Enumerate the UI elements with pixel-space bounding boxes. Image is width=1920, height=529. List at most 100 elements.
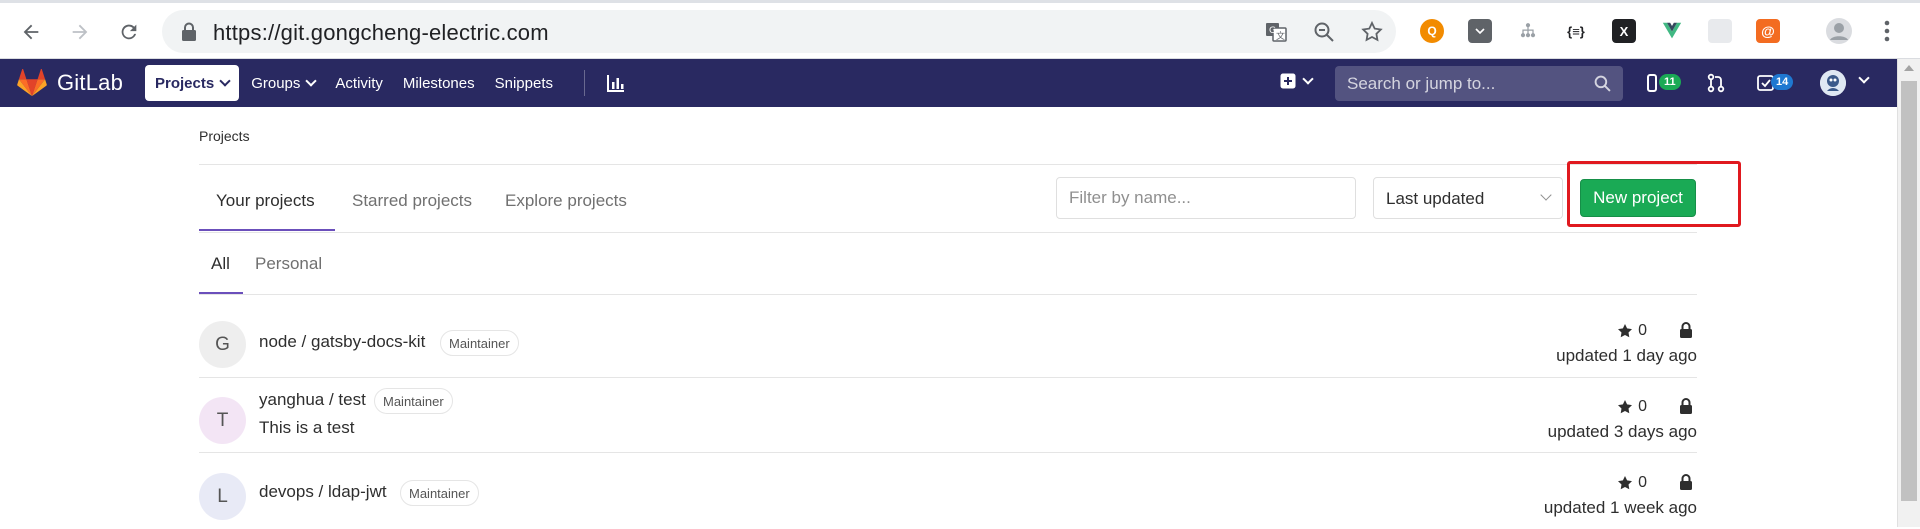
role-badge: Maintainer xyxy=(374,388,453,414)
tab-explore-projects[interactable]: Explore projects xyxy=(505,191,627,211)
secure-lock-icon xyxy=(182,22,196,41)
url-text: https://git.gongcheng-electric.com xyxy=(213,20,549,45)
search-placeholder: Search or jump to... xyxy=(1347,74,1496,93)
chevron-down-icon xyxy=(219,74,231,87)
reload-button[interactable] xyxy=(112,15,146,49)
star-icon xyxy=(1618,476,1633,490)
nav-groups[interactable]: Groups xyxy=(241,65,325,101)
gitlab-main-menu: Projects Groups Activity Milestones Snip… xyxy=(145,65,563,101)
back-arrow-icon xyxy=(23,24,39,40)
extension-x-icon[interactable]: X xyxy=(1612,19,1636,43)
updated-time: updated 1 week ago xyxy=(1543,498,1697,517)
nav-snippets[interactable]: Snippets xyxy=(485,65,563,101)
chevron-down-icon xyxy=(1302,72,1314,85)
gitlab-tanuki-icon xyxy=(17,69,47,97)
annotation-highlight-box xyxy=(1567,161,1741,227)
filter-by-name-field[interactable] xyxy=(1056,177,1356,219)
todos-count-badge[interactable]: 14 xyxy=(1771,74,1794,90)
chevron-down-icon xyxy=(1540,189,1552,201)
user-avatar[interactable] xyxy=(1820,70,1846,96)
new-item-dropdown[interactable] xyxy=(1280,72,1314,89)
nav-snippets-label: Snippets xyxy=(494,74,553,92)
nav-divider xyxy=(584,70,585,96)
nav-activity-label: Activity xyxy=(335,74,383,92)
star-count-value: 0 xyxy=(1638,322,1647,339)
extension-blank-icon[interactable] xyxy=(1708,19,1732,43)
gitlab-search-input[interactable]: Search or jump to... xyxy=(1335,66,1623,101)
nav-projects[interactable]: Projects xyxy=(145,65,240,101)
private-lock-icon xyxy=(1680,322,1692,338)
star-count[interactable]: 0 xyxy=(1617,322,1647,340)
tab-your-projects[interactable]: Your projects xyxy=(216,191,315,211)
analytics-chart-icon[interactable] xyxy=(606,73,626,93)
extension-pocket-icon[interactable] xyxy=(1468,19,1492,43)
project-row[interactable]: G node / gatsby-docs-kit Maintainer 0 up… xyxy=(199,302,1697,377)
merge-requests-icon[interactable] xyxy=(1706,73,1726,93)
star-icon xyxy=(1618,400,1633,414)
more-vert-icon xyxy=(1884,20,1890,42)
star-count-value: 0 xyxy=(1638,474,1647,491)
nav-milestones-label: Milestones xyxy=(402,74,475,92)
profile-avatar-icon xyxy=(1826,18,1852,44)
updated-time: updated 1 day ago xyxy=(1556,346,1697,365)
page-scrollbar[interactable] xyxy=(1897,59,1920,527)
profile-button[interactable] xyxy=(1822,14,1856,48)
translate-icon[interactable]: G文 xyxy=(1264,20,1288,44)
zoom-out-icon[interactable] xyxy=(1312,20,1336,44)
sort-value: Last updated xyxy=(1386,189,1485,208)
chevron-down-icon xyxy=(305,74,318,87)
subtab-all[interactable]: All xyxy=(211,254,230,274)
gitlab-home-link[interactable]: GitLab xyxy=(17,68,123,98)
browser-menu-button[interactable] xyxy=(1870,14,1904,48)
project-row[interactable]: T yanghua / test Maintainer This is a te… xyxy=(199,378,1697,453)
gitlab-navbar: GitLab Projects Groups Activity Mileston… xyxy=(0,59,1920,107)
private-lock-icon xyxy=(1680,398,1692,414)
project-name-link[interactable]: devops / ldap-jwt xyxy=(259,482,387,502)
address-bar[interactable]: https://git.gongcheng-electric.com G文 xyxy=(162,10,1396,53)
active-tab-indicator xyxy=(199,229,335,231)
extension-tree-icon[interactable] xyxy=(1516,19,1540,43)
plus-square-icon xyxy=(1280,73,1296,89)
star-icon xyxy=(1618,324,1633,338)
scroll-up-arrow-icon[interactable] xyxy=(1904,65,1914,71)
project-avatar[interactable]: L xyxy=(199,473,246,520)
breadcrumb-divider xyxy=(199,164,1697,165)
project-description: This is a test xyxy=(259,418,355,437)
tabs-divider xyxy=(199,232,1697,233)
extension-q-icon[interactable]: Q xyxy=(1420,19,1444,43)
user-avatar-icon xyxy=(1820,70,1846,96)
breadcrumb[interactable]: Projects xyxy=(199,128,250,144)
scrollbar-thumb[interactable] xyxy=(1901,81,1917,501)
star-count[interactable]: 0 xyxy=(1617,398,1647,416)
nav-milestones[interactable]: Milestones xyxy=(393,65,485,101)
row-divider xyxy=(199,452,1697,453)
browser-top-strip xyxy=(0,0,1920,3)
updated-time: updated 3 days ago xyxy=(1547,422,1697,441)
star-count-value: 0 xyxy=(1638,398,1647,415)
project-name-link[interactable]: yanghua / test xyxy=(259,390,366,410)
private-lock-icon xyxy=(1680,474,1692,490)
gitlab-brand-text: GitLab xyxy=(57,70,124,95)
bookmark-star-icon[interactable] xyxy=(1360,20,1384,44)
project-name-link[interactable]: node / gatsby-docs-kit xyxy=(259,332,425,352)
project-avatar[interactable]: T xyxy=(199,397,246,444)
reload-icon xyxy=(121,24,137,40)
filter-by-name-input[interactable] xyxy=(1057,178,1355,218)
forward-button[interactable] xyxy=(63,15,97,49)
nav-activity[interactable]: Activity xyxy=(325,65,393,101)
sort-dropdown[interactable]: Last updated xyxy=(1373,177,1563,219)
project-avatar[interactable]: G xyxy=(199,321,246,368)
forward-arrow-icon xyxy=(72,24,88,40)
extension-orange-icon[interactable]: @ xyxy=(1756,19,1780,43)
tab-starred-projects[interactable]: Starred projects xyxy=(352,191,472,211)
back-button[interactable] xyxy=(14,15,48,49)
svg-text:G: G xyxy=(1269,26,1276,36)
subtabs-divider xyxy=(199,294,1697,295)
subtab-personal[interactable]: Personal xyxy=(255,254,322,274)
project-row[interactable]: L devops / ldap-jwt Maintainer 0 updated… xyxy=(199,454,1697,529)
star-count[interactable]: 0 xyxy=(1617,474,1647,492)
extension-vue-icon[interactable] xyxy=(1660,19,1684,43)
extension-json-icon[interactable]: {≡} xyxy=(1564,19,1588,43)
nav-groups-label: Groups xyxy=(251,74,301,92)
issues-count-badge[interactable]: 11 xyxy=(1659,74,1681,90)
